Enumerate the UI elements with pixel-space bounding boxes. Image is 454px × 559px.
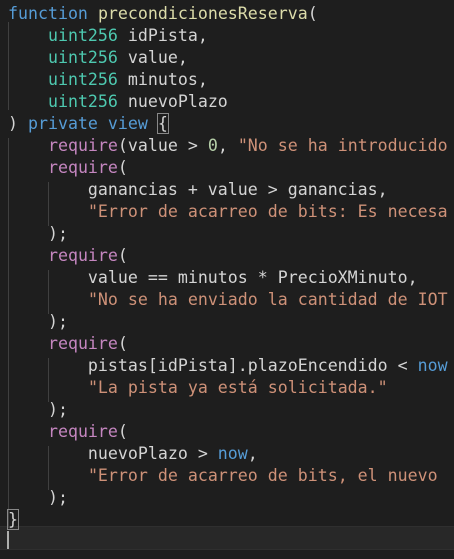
code-token: precondicionesReserva: [97, 4, 308, 23]
code-line[interactable]: "Error de acarreo de bits: Es necesa: [8, 201, 448, 223]
code-line[interactable]: require(: [8, 157, 128, 179]
code-line[interactable]: value == minutos * PrecioXMinuto,: [8, 267, 418, 289]
code-line[interactable]: );: [8, 223, 68, 245]
code-token: (value >: [117, 136, 208, 155]
code-token: 0: [207, 136, 218, 155]
code-token: uint256: [47, 70, 118, 89]
code-line[interactable]: ) private view {: [8, 113, 169, 135]
code-line[interactable]: uint256 value,: [8, 47, 188, 69]
code-token: private: [27, 114, 98, 133]
matched-bracket: }: [7, 509, 19, 530]
code-token: (: [117, 158, 128, 177]
code-token: require: [47, 422, 118, 441]
code-token: (: [117, 422, 128, 441]
code-token: (: [307, 4, 318, 23]
code-editor[interactable]: function precondicionesReserva( uint256 …: [0, 0, 454, 559]
code-line[interactable]: "Error de acarreo de bits, el nuevo: [8, 465, 448, 487]
code-token: "Error de acarreo de bits, el nuevo: [87, 466, 448, 485]
code-token: require: [47, 158, 118, 177]
code-token: function: [8, 4, 88, 23]
code-line[interactable]: ganancias + value > ganancias,: [8, 179, 388, 201]
code-line[interactable]: uint256 idPista,: [8, 25, 208, 47]
code-token: require: [47, 246, 118, 265]
code-token: nuevoPlazo: [117, 92, 228, 111]
code-token: value,: [117, 48, 188, 67]
code-token: );: [8, 224, 68, 243]
code-line[interactable]: nuevoPlazo > now,: [8, 443, 258, 465]
code-token: "Error de acarreo de bits: Es necesa: [87, 202, 448, 221]
code-token: minutos,: [117, 70, 208, 89]
code-line[interactable]: require(: [8, 421, 128, 443]
code-token: require: [47, 136, 118, 155]
code-token: "La pista ya está solicitada.": [87, 378, 388, 397]
code-token: ,: [217, 136, 238, 155]
code-token: );: [8, 488, 68, 507]
code-line[interactable]: uint256 nuevoPlazo: [8, 91, 228, 113]
text-cursor: [7, 531, 9, 549]
code-token: now: [417, 356, 448, 375]
code-token: view: [107, 114, 148, 133]
code-line[interactable]: );: [8, 487, 68, 509]
code-token: ,: [247, 444, 258, 463]
code-token: value == minutos * PrecioXMinuto,: [8, 268, 418, 287]
code-token: "No se ha enviado la cantidad de IOT: [87, 290, 448, 309]
code-line[interactable]: require(value > 0, "No se ha introducido: [8, 135, 448, 157]
matched-bracket: {: [156, 113, 169, 134]
code-token: uint256: [47, 26, 118, 45]
code-line[interactable]: require(: [8, 245, 128, 267]
code-line[interactable]: }: [7, 509, 19, 531]
code-line[interactable]: require(: [8, 333, 128, 355]
code-token: "No se ha introducido: [237, 136, 448, 155]
code-token: uint256: [47, 48, 118, 67]
code-token: now: [217, 444, 248, 463]
code-token: uint256: [47, 92, 118, 111]
current-line-highlight: [0, 526, 454, 550]
code-line[interactable]: pistas[idPista].plazoEncendido < now: [8, 355, 448, 377]
code-token: );: [8, 312, 68, 331]
code-line[interactable]: "La pista ya está solicitada.": [8, 377, 388, 399]
code-line[interactable]: );: [8, 399, 68, 421]
code-line[interactable]: uint256 minutos,: [8, 69, 208, 91]
code-token: idPista,: [117, 26, 208, 45]
code-token: );: [8, 400, 68, 419]
code-token: pistas[idPista].plazoEncendido <: [8, 356, 418, 375]
code-line[interactable]: );: [8, 311, 68, 333]
code-line[interactable]: "No se ha enviado la cantidad de IOT: [8, 289, 448, 311]
code-token: (: [117, 334, 128, 353]
code-token: ): [8, 114, 28, 133]
code-token: require: [47, 334, 118, 353]
code-token: ganancias + value > ganancias,: [8, 180, 388, 199]
code-token: (: [117, 246, 128, 265]
code-line[interactable]: function precondicionesReserva(: [8, 3, 318, 25]
code-token: nuevoPlazo >: [8, 444, 218, 463]
